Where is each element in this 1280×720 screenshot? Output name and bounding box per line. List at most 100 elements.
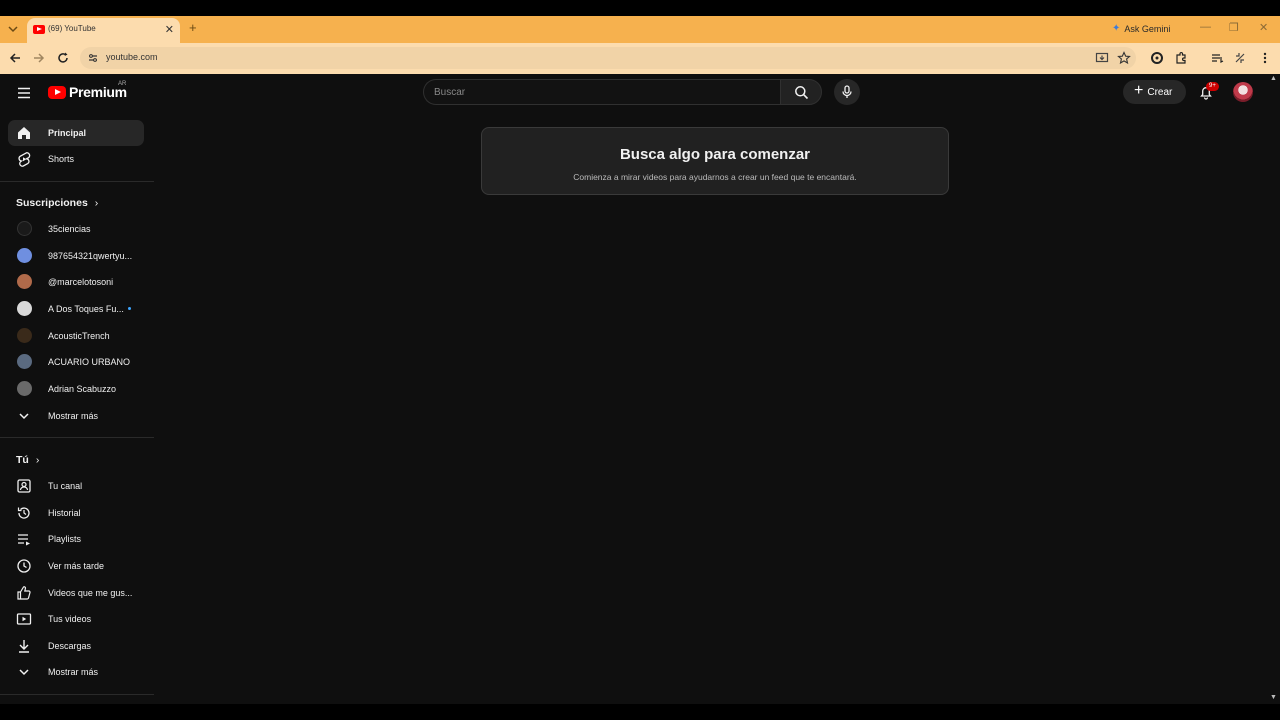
forward-arrow-icon[interactable]	[32, 51, 46, 65]
empty-feed-title: Busca algo para comenzar	[619, 146, 811, 163]
channel-avatar	[17, 248, 32, 263]
sidebar-item-label: Historial	[48, 508, 81, 518]
back-arrow-icon[interactable]	[8, 51, 22, 65]
sidebar-item-history[interactable]: Historial	[8, 500, 144, 526]
browser-menu-icon[interactable]	[1258, 51, 1272, 65]
sidebar-item-subscription[interactable]: 987654321qwertyu...	[8, 243, 144, 269]
voice-search-button[interactable]	[834, 79, 860, 105]
sidebar-item-principal[interactable]: Principal	[8, 120, 144, 146]
empty-feed-subtitle: Comienza a mirar videos para ayudarnos a…	[573, 172, 857, 182]
sidebar-item-label: Videos que me gus...	[48, 588, 133, 598]
download-icon	[19, 640, 29, 653]
bookmark-star-icon[interactable]	[1117, 51, 1131, 65]
sidebar-item-label: 987654321qwertyu...	[48, 251, 133, 261]
you-heading-label: Tú	[16, 454, 29, 466]
extensions-icon[interactable]	[1174, 51, 1188, 65]
history-icon	[17, 507, 30, 519]
sidebar-item-label: Shorts	[48, 154, 75, 164]
ask-gemini-label: Ask Gemini	[1124, 23, 1171, 34]
scroll-down-arrow-icon[interactable]: ▼	[1270, 694, 1277, 701]
tab-strip: (69) YouTube ✕ + ✦ Ask Gemini — ❐ ✕	[0, 16, 1280, 43]
show-more-subscriptions[interactable]: Mostrar más	[8, 403, 144, 429]
watch-later-icon	[17, 559, 31, 573]
screen-top-bar	[0, 0, 1280, 16]
address-bar[interactable]: youtube.com	[80, 47, 1136, 69]
sidebar-item-label: Playlists	[48, 534, 82, 544]
screen-bottom-bar	[0, 704, 1280, 720]
sidebar-item-label: A Dos Toques Fu...	[48, 304, 124, 314]
new-tab-button[interactable]: +	[189, 20, 197, 36]
sidebar-item-subscription[interactable]: A Dos Toques Fu...	[8, 296, 144, 322]
sidebar-item-watch-later[interactable]: Ver más tarde	[8, 553, 144, 579]
plus-icon: +	[1134, 82, 1144, 99]
subscriptions-heading-label: Suscripciones	[16, 197, 88, 209]
scroll-up-arrow-icon[interactable]: ▲	[1270, 75, 1277, 82]
sidebar-item-label: Descargas	[48, 641, 92, 651]
search-icon	[795, 86, 809, 100]
sidebar-item-label: Tus videos	[48, 614, 92, 624]
youtube-premium-logo[interactable]: Premium AR	[48, 81, 127, 100]
url-text: youtube.com	[106, 52, 158, 62]
empty-feed-card: Busca algo para comenzar Comienza a mira…	[481, 127, 949, 195]
sidebar-item-liked-videos[interactable]: Videos que me gus...	[8, 580, 144, 606]
chevron-down-icon	[19, 669, 29, 676]
minimize-button[interactable]: —	[1200, 21, 1211, 33]
install-app-icon[interactable]	[1095, 51, 1109, 65]
home-icon	[18, 127, 30, 139]
chrome-labs-icon[interactable]	[1150, 51, 1164, 65]
you-heading[interactable]: Tú ›	[16, 454, 39, 466]
search-placeholder: Buscar	[434, 87, 466, 98]
channel-avatar	[17, 354, 32, 369]
chevron-right-icon: ›	[35, 454, 40, 466]
youtube-page: Premium AR Buscar + Crear 9+ Principal S…	[0, 74, 1280, 704]
sidebar-item-label: ACUARIO URBANO	[48, 357, 131, 367]
sidebar-item-your-channel[interactable]: Tu canal	[8, 473, 144, 499]
sidebar-item-subscription[interactable]: @marcelotosoni	[8, 269, 144, 295]
youtube-favicon-icon	[33, 25, 45, 34]
sidebar-item-subscription[interactable]: Adrian Scabuzzo	[8, 376, 144, 402]
sidebar-item-your-videos[interactable]: Tus videos	[8, 606, 144, 632]
hamburger-menu-icon[interactable]	[16, 86, 32, 100]
sidebar-item-subscription[interactable]: AcousticTrench	[8, 323, 144, 349]
sidebar-item-label: Ver más tarde	[48, 561, 105, 571]
sidebar-item-label: Mostrar más	[48, 411, 99, 421]
browser-tab[interactable]: (69) YouTube ✕	[27, 18, 180, 43]
sidebar-item-label: Tu canal	[48, 481, 83, 491]
maximize-button[interactable]: ❐	[1229, 21, 1239, 34]
create-button[interactable]: + Crear	[1123, 80, 1186, 104]
sidebar-divider	[0, 694, 154, 695]
microphone-icon	[842, 85, 852, 98]
like-icon	[17, 586, 31, 600]
sidebar-item-label: AcousticTrench	[48, 331, 110, 341]
channel-avatar	[17, 328, 32, 343]
sidebar-item-subscription[interactable]: 35ciencias	[8, 216, 144, 242]
playlists-icon	[18, 534, 30, 546]
your-videos-icon	[16, 613, 32, 625]
sidebar-item-label: Principal	[48, 128, 87, 138]
sidebar-item-label: @marcelotosoni	[48, 277, 114, 287]
subscriptions-heading[interactable]: Suscripciones ›	[16, 197, 98, 209]
tab-close-icon[interactable]: ✕	[165, 24, 174, 36]
ask-gemini-button[interactable]: ✦ Ask Gemini	[1112, 23, 1170, 34]
search-input[interactable]: Buscar	[423, 79, 781, 105]
search-button[interactable]	[780, 79, 822, 105]
channel-avatar	[17, 301, 32, 316]
youtube-play-icon	[48, 85, 66, 99]
reading-list-icon[interactable]	[1210, 51, 1224, 65]
show-more-you[interactable]: Mostrar más	[8, 659, 144, 685]
sidebar-item-shorts[interactable]: Shorts	[8, 146, 144, 172]
sidebar-item-downloads[interactable]: Descargas	[8, 633, 144, 659]
account-avatar[interactable]	[1233, 82, 1253, 102]
browser-toolbar: youtube.com	[0, 43, 1280, 74]
profile-puzzle-icon[interactable]	[1233, 51, 1247, 65]
chevron-down-icon	[19, 413, 29, 420]
sidebar-item-playlists[interactable]: Playlists	[8, 526, 144, 552]
tab-search-chevron-icon[interactable]	[6, 22, 20, 36]
channel-avatar	[17, 221, 32, 236]
country-code: AR	[118, 81, 127, 87]
site-info-icon[interactable]	[87, 52, 99, 64]
channel-avatar	[17, 381, 32, 396]
window-close-button[interactable]: ✕	[1259, 21, 1268, 34]
reload-icon[interactable]	[56, 51, 70, 65]
sidebar-item-subscription[interactable]: ACUARIO URBANO	[8, 349, 144, 375]
